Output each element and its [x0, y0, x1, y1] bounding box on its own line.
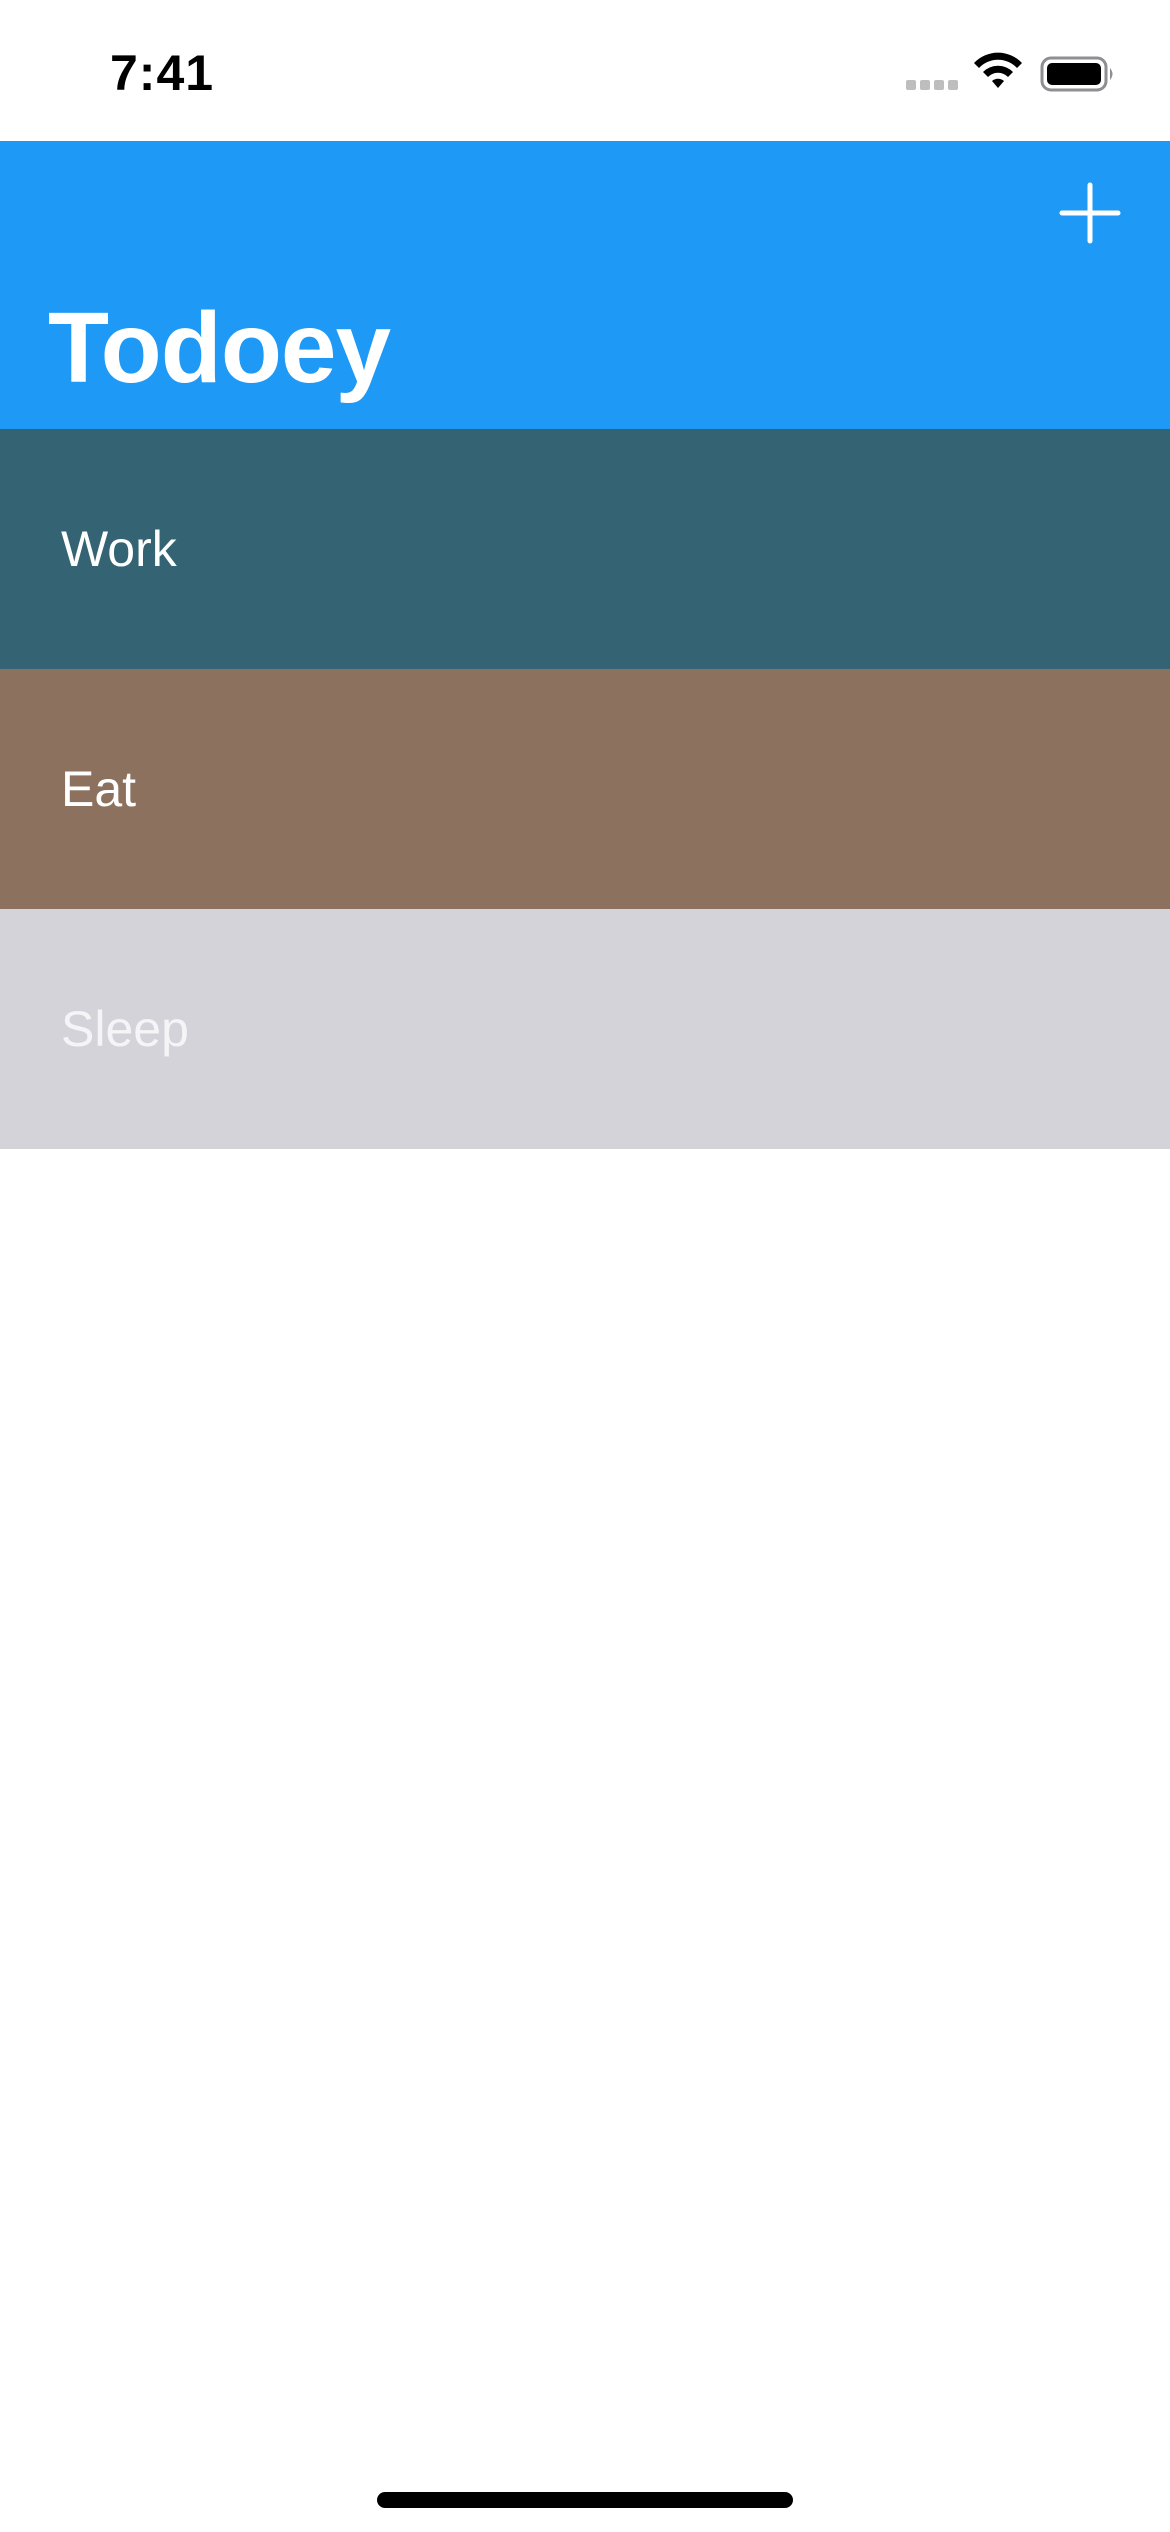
category-label: Work — [61, 521, 177, 577]
category-row-eat[interactable]: Eat — [0, 669, 1170, 909]
plus-icon — [1059, 182, 1121, 244]
category-label: Sleep — [61, 1001, 189, 1057]
category-list: Work Eat Sleep — [0, 429, 1170, 1149]
battery-icon — [1040, 56, 1113, 92]
category-label: Eat — [61, 761, 137, 817]
category-row-sleep[interactable]: Sleep — [0, 909, 1170, 1149]
status-time: 7:41 — [110, 45, 215, 101]
navigation-bar: Todoey — [0, 141, 1170, 429]
category-row-work[interactable]: Work — [0, 429, 1170, 669]
page-title: Todoey — [48, 292, 391, 404]
add-category-button[interactable] — [1052, 175, 1128, 251]
cellular-signal-icon — [906, 80, 958, 90]
home-indicator[interactable] — [377, 2492, 793, 2508]
status-bar: 7:41 — [0, 0, 1170, 141]
app-screen: 7:41 Todoey Work Eat Sleep — [0, 0, 1170, 2532]
wifi-icon — [974, 52, 1022, 88]
